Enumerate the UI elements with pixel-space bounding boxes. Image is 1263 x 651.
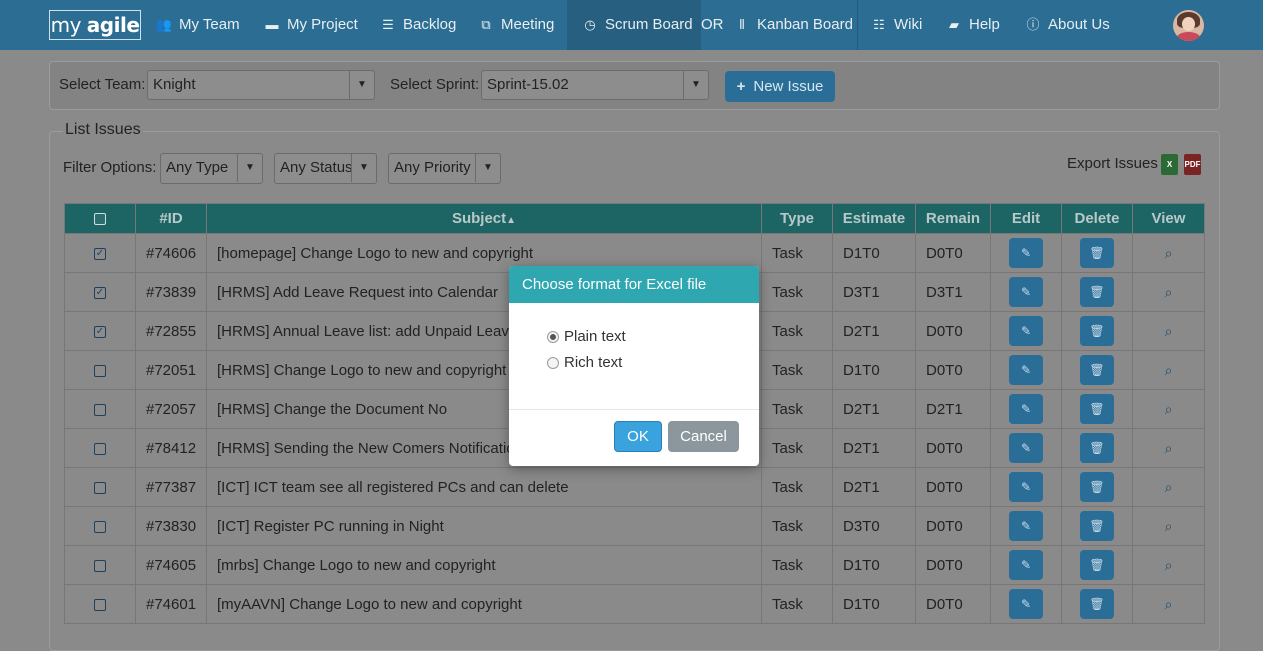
rich-text-radio[interactable] [547,356,559,369]
cancel-button[interactable]: Cancel [668,421,739,452]
rich-text-option[interactable]: Rich text [547,354,622,371]
plain-text-option[interactable]: Plain text [547,328,626,345]
ok-button[interactable]: OK [614,421,662,452]
dialog-divider [509,409,759,410]
plain-text-radio[interactable] [547,330,559,343]
dialog-title: Choose format for Excel file [509,266,759,303]
excel-format-dialog: Choose format for Excel file Plain text … [509,266,759,466]
